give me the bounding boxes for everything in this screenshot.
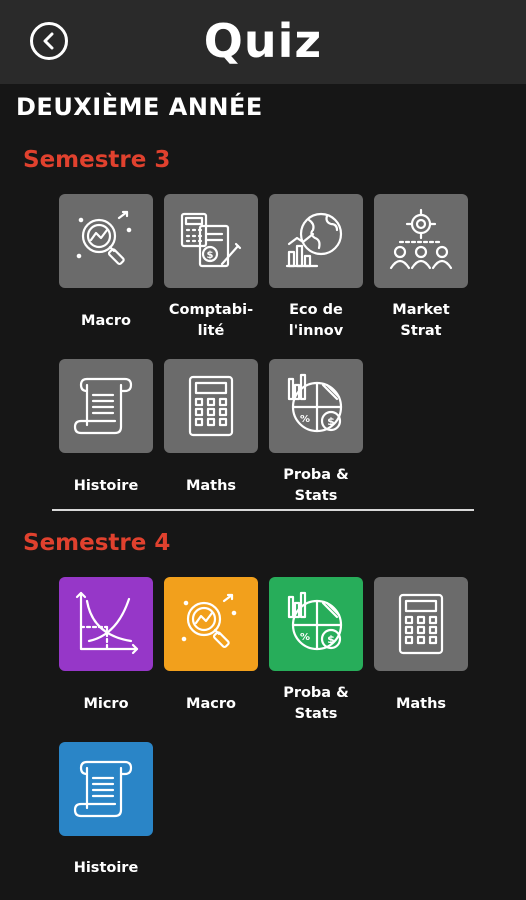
section-divider [52,509,474,511]
tile-label: Histoire [73,478,139,494]
tile-label: Histoire [73,860,139,876]
pie-chart-dollar-icon: % $ [287,373,343,433]
year-title: DEUXIÈME ANNÉE [16,93,263,121]
tile-label: Maths [395,696,447,712]
semester-4-title: Semestre 4 [23,530,171,556]
tile-s4-histoire[interactable] [59,742,153,836]
tile-label: Micro [83,696,129,712]
magnifier-chart-icon [181,593,237,649]
tile-label: Market Strat [392,302,450,339]
scroll-icon [73,760,133,818]
svg-text:$: $ [207,250,214,261]
tile-s3-maths[interactable] [164,359,258,453]
tile-s3-macro[interactable] [59,194,153,288]
tile-label: Proba & Stats [283,685,349,722]
calculator-icon [398,593,444,655]
svg-text:%: % [300,632,310,643]
semester-3-title: Semestre 3 [23,147,171,173]
top-bar: Quiz [0,0,526,84]
tile-label: Macro [81,313,131,329]
calculator-icon [188,375,234,437]
tile-s4-maths[interactable] [374,577,468,671]
supply-demand-graph-icon [75,591,139,655]
tile-s4-proba-stats[interactable]: % $ [269,577,363,671]
tile-s3-market-strat[interactable] [374,194,468,288]
tile-label: Proba & Stats [283,467,349,504]
svg-text:$: $ [327,633,335,646]
tile-label: Comptabi- lité [168,302,254,339]
page-title: Quiz [203,14,323,68]
tile-s3-eco-innov[interactable] [269,194,363,288]
target-audience-icon [389,208,453,270]
svg-text:%: % [300,414,310,425]
calculator-document-icon: $ [180,212,242,268]
tile-s4-macro[interactable] [164,577,258,671]
tile-label: Maths [185,478,237,494]
pie-chart-dollar-icon: % $ [287,591,343,651]
tile-s3-proba-stats[interactable]: % $ [269,359,363,453]
tile-s3-comptabilite[interactable]: $ [164,194,258,288]
globe-chart-icon [285,212,343,268]
tile-s3-histoire[interactable] [59,359,153,453]
tile-s4-micro[interactable] [59,577,153,671]
scroll-icon [73,377,133,435]
tile-label: Eco de l'innov [288,302,344,339]
svg-text:$: $ [327,415,335,428]
tile-label: Macro [186,696,236,712]
magnifier-chart-icon [76,210,132,266]
